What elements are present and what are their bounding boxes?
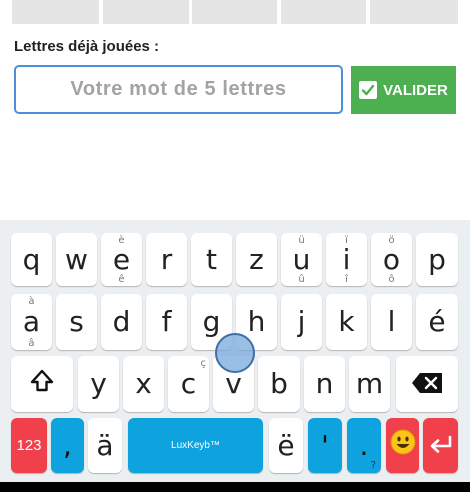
backspace-key[interactable] [396, 356, 458, 412]
key-label: l [387, 305, 396, 338]
smiley-face-icon [390, 429, 416, 462]
letter-tile [370, 0, 458, 24]
key-a-umlaut[interactable]: ä [88, 418, 122, 473]
key-label: a [22, 305, 41, 338]
key-label: v [225, 367, 242, 400]
letter-tiles-row [0, 0, 470, 25]
validate-button[interactable]: VALIDER [351, 66, 456, 114]
key-n[interactable]: n [304, 356, 345, 412]
key-alt-top: è [118, 235, 125, 246]
key-alt-top: à [28, 296, 35, 307]
space-bar-label: LuxKeyb™ [171, 439, 220, 451]
key-label: m [355, 367, 384, 400]
key-alt-top: ç [200, 358, 207, 369]
space-bar[interactable]: LuxKeyb™ [128, 418, 263, 473]
key-k[interactable]: k [326, 294, 367, 350]
key-label: g [202, 305, 221, 338]
key-e-umlaut[interactable]: ë [269, 418, 303, 473]
letter-tile [192, 0, 277, 24]
key-f[interactable]: f [146, 294, 187, 350]
letter-tile [103, 0, 189, 24]
key-x[interactable]: x [123, 356, 164, 412]
key-q[interactable]: q [11, 233, 52, 286]
key-z[interactable]: z [236, 233, 277, 286]
enter-arrow-icon [428, 429, 454, 462]
key-r[interactable]: r [146, 233, 187, 286]
word-input[interactable] [14, 65, 343, 114]
key-label: é [428, 305, 446, 338]
key-alt-top: ü [298, 235, 305, 246]
key-l[interactable]: l [371, 294, 412, 350]
key-t[interactable]: t [191, 233, 232, 286]
numbers-key[interactable]: 123 [11, 418, 47, 473]
shift-key[interactable] [11, 356, 73, 412]
key-e[interactable]: è e ê [101, 233, 142, 286]
navigation-bar [0, 482, 470, 492]
emoji-key[interactable] [386, 418, 419, 473]
key-alt-bottom: â [28, 338, 35, 349]
key-label: w [65, 242, 88, 276]
key-alt-bottom: ê [118, 274, 125, 285]
key-label: f [161, 305, 172, 338]
key-s[interactable]: s [56, 294, 97, 350]
enter-key[interactable] [423, 418, 458, 473]
key-label: h [247, 305, 266, 338]
key-period[interactable]: . ? [347, 418, 381, 473]
letter-tile [281, 0, 366, 24]
key-j[interactable]: j [281, 294, 322, 350]
key-b[interactable]: b [258, 356, 300, 412]
key-label: c [180, 367, 197, 400]
touch-indicator [215, 333, 255, 373]
shift-arrow-icon [29, 368, 55, 401]
key-label: q [22, 242, 41, 276]
key-w[interactable]: w [56, 233, 97, 286]
key-alt-bottom: û [298, 274, 305, 285]
key-e-acute[interactable]: é [416, 294, 458, 350]
key-a[interactable]: à a â [11, 294, 52, 350]
key-label: t [206, 242, 217, 276]
key-d[interactable]: d [101, 294, 142, 350]
letter-tile [12, 0, 99, 24]
key-label: x [135, 367, 152, 400]
key-label: e [112, 242, 131, 276]
key-label: k [338, 305, 355, 338]
key-alt-bottom: ô [388, 274, 395, 285]
key-y[interactable]: y [78, 356, 119, 412]
key-label: i [342, 242, 351, 276]
key-alt-top: ï [345, 235, 348, 246]
key-label: o [382, 242, 401, 276]
key-p[interactable]: p [416, 233, 458, 286]
key-label: d [112, 305, 131, 338]
key-label: , [63, 428, 72, 462]
key-label: n [315, 367, 334, 400]
key-label: 123 [16, 437, 42, 454]
key-label: . [359, 428, 369, 462]
key-label: ë [277, 428, 295, 462]
key-alt-corner: ? [370, 460, 376, 471]
key-label: j [297, 305, 306, 338]
key-label: s [69, 305, 84, 338]
key-o[interactable]: ö o ô [371, 233, 412, 286]
key-apostrophe[interactable]: ' [308, 418, 342, 473]
key-label: z [249, 242, 264, 276]
backspace-icon [411, 368, 443, 401]
check-mark-icon [359, 81, 378, 99]
key-label: ' [321, 428, 329, 462]
played-letters-label: Lettres déjà jouées : [14, 38, 160, 55]
key-label: y [90, 367, 107, 400]
key-m[interactable]: m [349, 356, 390, 412]
key-label: r [160, 242, 173, 276]
key-alt-bottom: î [345, 274, 348, 285]
key-label: ä [96, 428, 114, 462]
key-comma[interactable]: , [51, 418, 84, 473]
key-i[interactable]: ï i î [326, 233, 367, 286]
validate-button-label: VALIDER [383, 81, 448, 99]
key-label: u [292, 242, 311, 276]
key-u[interactable]: ü u û [281, 233, 322, 286]
key-c[interactable]: ç c [168, 356, 209, 412]
key-alt-top: ö [388, 235, 395, 246]
key-label: p [428, 242, 446, 276]
key-label: b [270, 367, 288, 400]
